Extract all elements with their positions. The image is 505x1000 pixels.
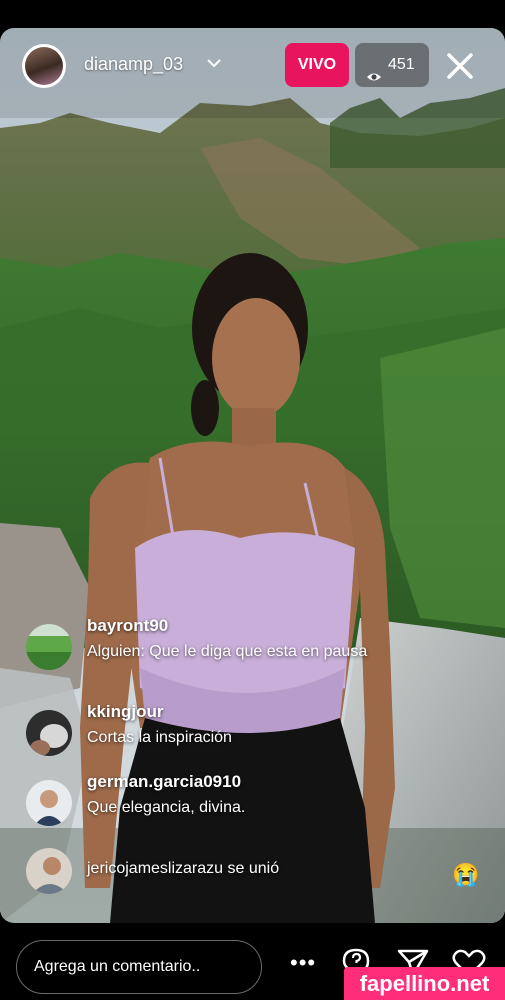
joined-user-avatar[interactable] (26, 848, 72, 894)
broadcaster-avatar[interactable] (22, 44, 66, 88)
live-badge: VIVO (285, 43, 349, 87)
commenter-avatar[interactable] (26, 710, 72, 756)
commenter-avatar[interactable] (26, 624, 72, 670)
crying-emoji-icon: 😭 (452, 862, 480, 887)
commenter-avatar[interactable] (26, 780, 72, 826)
comment-text: Cortas la inspiración (87, 729, 232, 746)
join-notice-text: jericojameslizarazu se unió (87, 860, 280, 877)
comment-username[interactable]: german.garcia0910 (87, 772, 241, 792)
eye-icon (366, 58, 382, 102)
live-video[interactable] (0, 28, 505, 923)
watermark: fapellino.net (344, 967, 505, 1000)
avatar-image (25, 47, 63, 85)
comment-text: Alguien: Que le diga que esta en pausa (87, 643, 368, 660)
comment-text: Que elegancia, divina. (87, 799, 246, 816)
chevron-down-icon[interactable] (205, 54, 223, 77)
more-options-icon[interactable]: ••• (290, 950, 316, 976)
comment-username[interactable]: bayront90 (87, 616, 168, 636)
viewer-count-badge[interactable]: 451 (355, 43, 429, 87)
live-stream-screen: dianamp_03 VIVO 451 bayront90 Alguien: Q… (0, 0, 505, 1000)
broadcaster-username[interactable]: dianamp_03 (84, 54, 183, 75)
comment-username[interactable]: kkingjour (87, 702, 164, 722)
video-scene (0, 28, 505, 923)
viewer-count: 451 (388, 56, 415, 73)
comment-input[interactable]: Agrega un comentario.. (16, 940, 262, 994)
close-icon[interactable] (440, 46, 480, 86)
live-header: dianamp_03 VIVO 451 (0, 40, 505, 92)
